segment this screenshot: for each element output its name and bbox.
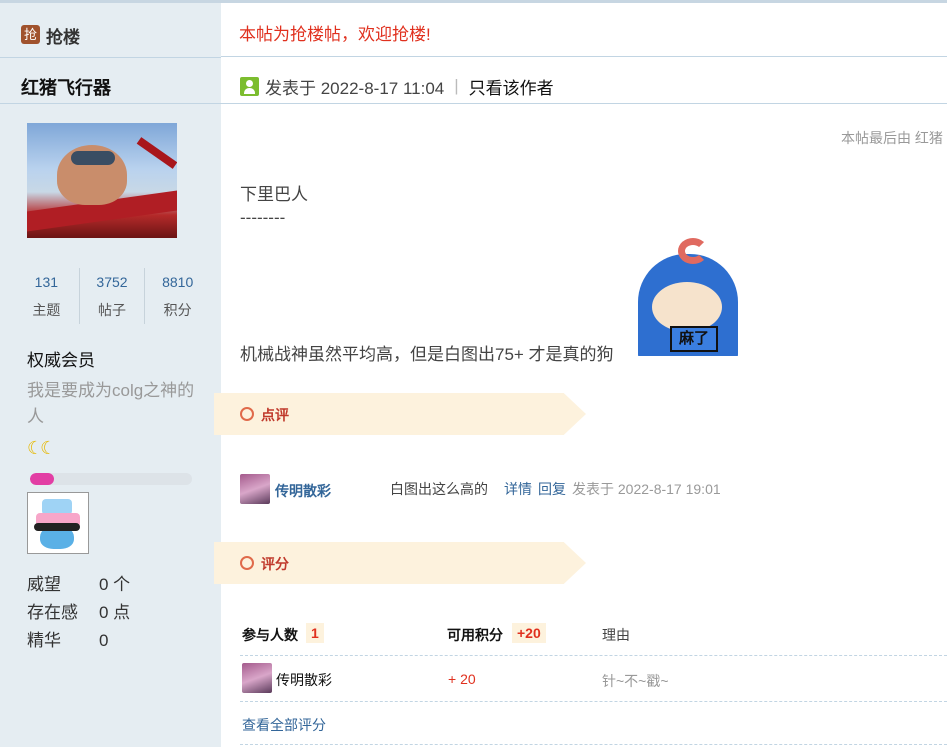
comments-section-header: 点评 bbox=[214, 393, 586, 435]
view-all-ratings-link[interactable]: 查看全部评分 bbox=[242, 715, 326, 735]
only-author-link[interactable]: 只看该作者 bbox=[469, 74, 554, 99]
info-value: 0 个 bbox=[99, 575, 131, 594]
qianglou-header: 抢 抢楼 bbox=[0, 0, 221, 57]
info-digest: 精华 0 bbox=[27, 626, 108, 651]
sticker-tuft-shape bbox=[678, 238, 708, 264]
rater-avatar[interactable] bbox=[242, 663, 272, 693]
medal-hat-shape bbox=[34, 523, 80, 531]
divider bbox=[240, 655, 947, 656]
info-value: 0 bbox=[99, 631, 109, 650]
post-line: 机械战神虽然平均高，但是白图出75+ 才是真的狗 bbox=[240, 345, 614, 364]
divider bbox=[0, 57, 221, 58]
post-time: 发表于 2022-8-17 11:04 bbox=[265, 78, 445, 98]
stat-value: 131 bbox=[34, 274, 59, 290]
post-meta: 发表于 2022-8-17 11:04 | 只看该作者 bbox=[240, 72, 554, 100]
user-online-icon bbox=[240, 76, 259, 96]
divider bbox=[240, 701, 947, 702]
info-key: 精华 bbox=[27, 631, 61, 650]
comment-reply-link[interactable]: 回复 bbox=[538, 479, 566, 499]
info-key: 存在感 bbox=[27, 603, 78, 622]
author-avatar[interactable] bbox=[27, 123, 177, 238]
qianglou-notice-bar: 本帖为抢楼帖，欢迎抢楼! bbox=[221, 0, 947, 57]
participants-label: 参与人数 bbox=[242, 627, 298, 643]
participants-count: 1 bbox=[306, 623, 324, 643]
post-line: 下里巴人 bbox=[240, 185, 308, 204]
divider bbox=[0, 103, 221, 104]
stat-value: 8810 bbox=[162, 274, 194, 290]
user-rank[interactable]: 权威会员 bbox=[27, 346, 95, 371]
rating-row: 传明散彩 + 20 针~不~戳~ bbox=[242, 663, 942, 695]
rating-header: 参与人数 1 可用积分 +20 理由 bbox=[242, 622, 942, 646]
comments-title: 点评 bbox=[261, 407, 289, 423]
points-total: +20 bbox=[512, 623, 546, 643]
divider bbox=[240, 744, 947, 745]
stat-posts[interactable]: 3752 帖子 bbox=[78, 268, 145, 324]
points-label: 可用积分 bbox=[447, 627, 503, 643]
sticker-sign: 麻了 bbox=[670, 326, 718, 352]
level-progress-bar bbox=[30, 473, 192, 485]
info-prestige: 威望 0 个 bbox=[27, 570, 130, 595]
circle-icon bbox=[240, 407, 254, 421]
stat-value: 3752 bbox=[96, 274, 128, 290]
rating-title: 评分 bbox=[261, 556, 289, 572]
edited-note: 本帖最后由 红猪 bbox=[841, 130, 943, 146]
avatar-goggles-shape bbox=[71, 151, 115, 165]
sticker-face-shape bbox=[652, 282, 722, 332]
commenter-name-link[interactable]: 传明散彩 bbox=[275, 481, 331, 501]
reason-label: 理由 bbox=[602, 627, 630, 643]
level-progress-fill bbox=[30, 473, 55, 485]
stat-label: 主题 bbox=[32, 302, 61, 318]
medal-badge-icon[interactable] bbox=[27, 492, 89, 554]
rater-name-link[interactable]: 传明散彩 bbox=[276, 670, 332, 690]
author-name-link[interactable]: 红猪飞行器 bbox=[21, 74, 111, 100]
comment-detail-link[interactable]: 详情 bbox=[504, 479, 532, 499]
comment-time: 发表于 2022-8-17 19:01 bbox=[572, 481, 721, 497]
moon-level-icon: ☾☾ bbox=[27, 438, 56, 458]
avatar-wing-shape bbox=[136, 137, 177, 169]
rating-reason: 针~不~戳~ bbox=[602, 673, 669, 689]
stat-label: 积分 bbox=[163, 302, 192, 318]
rating-score: + 20 bbox=[448, 671, 476, 687]
stat-credits[interactable]: 8810 积分 bbox=[144, 268, 210, 324]
qianglou-notice: 本帖为抢楼帖，欢迎抢楼! bbox=[239, 25, 431, 44]
author-sidebar: 抢 抢楼 红猪飞行器 131 主题 3752 帖子 8810 积分 权威会员 我… bbox=[0, 0, 221, 747]
comment-item: 传明散彩 白图出这么高的 详情 回复 发表于 2022-8-17 19:01 bbox=[240, 474, 940, 504]
comment-text: 白图出这么高的 bbox=[390, 481, 488, 497]
rating-section-header: 评分 bbox=[214, 542, 586, 584]
circle-icon bbox=[240, 556, 254, 570]
meta-separator: | bbox=[454, 76, 459, 95]
post-line: -------- bbox=[240, 208, 286, 227]
info-value: 0 点 bbox=[99, 603, 131, 622]
divider bbox=[221, 103, 947, 104]
info-presence: 存在感 0 点 bbox=[27, 598, 130, 623]
author-stats: 131 主题 3752 帖子 8810 积分 bbox=[14, 268, 210, 324]
info-key: 威望 bbox=[27, 575, 61, 594]
emoji-sticker-image: 麻了 bbox=[634, 238, 740, 356]
stat-label: 帖子 bbox=[98, 302, 126, 318]
stat-threads[interactable]: 131 主题 bbox=[14, 268, 79, 324]
qianglou-icon: 抢 bbox=[21, 25, 40, 44]
user-signature: 我是要成为colg之神的人 bbox=[27, 381, 195, 426]
commenter-avatar[interactable] bbox=[240, 474, 270, 504]
qianglou-title: 抢楼 bbox=[46, 28, 80, 47]
